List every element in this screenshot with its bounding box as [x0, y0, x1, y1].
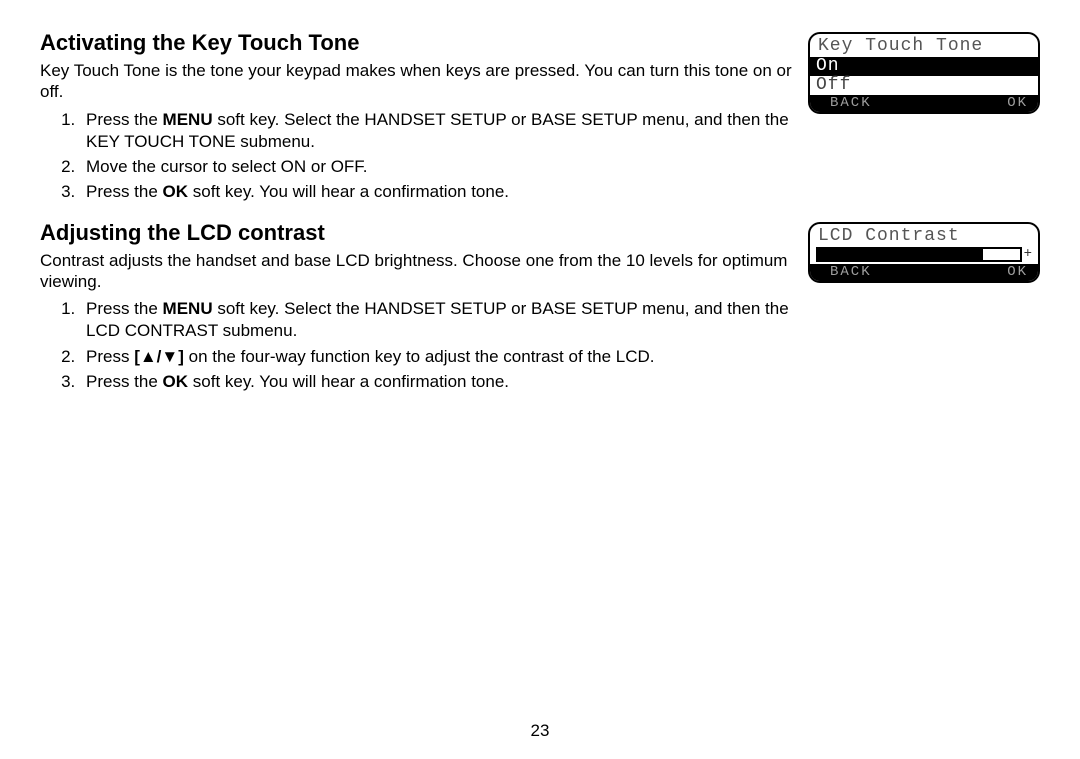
step2-text-a: Press	[86, 347, 134, 366]
lcd-softkeys: BACK OK	[810, 95, 1038, 112]
step-3: Press the OK soft key. You will hear a c…	[80, 371, 796, 393]
lcd-option-on: On	[810, 57, 1038, 76]
step-2: Press [▲/▼] on the four-way function key…	[80, 346, 796, 368]
step3-text-a: Press the	[86, 372, 163, 391]
step2-text-b: on the four-way function key to adjust t…	[184, 347, 655, 366]
heading-lcd-contrast: Adjusting the LCD contrast	[40, 220, 796, 246]
step3-text-b: soft key. You will hear a confirmation t…	[188, 182, 509, 201]
step3-text-b: soft key. You will hear a confirmation t…	[188, 372, 509, 391]
lcd-back-softkey: BACK	[830, 96, 872, 110]
intro-lcd-contrast: Contrast adjusts the handset and base LC…	[40, 250, 796, 293]
step-3: Press the OK soft key. You will hear a c…	[80, 181, 796, 203]
lcd-title: Key Touch Tone	[810, 34, 1038, 57]
step-2: Move the cursor to select ON or OFF.	[80, 156, 796, 178]
step3-text-a: Press the	[86, 182, 163, 201]
section1-text: Activating the Key Touch Tone Key Touch …	[40, 30, 796, 206]
lcd-title: LCD Contrast	[810, 224, 1038, 247]
steps-lcd-contrast: Press the MENU soft key. Select the HAND…	[80, 298, 796, 392]
lcd-key-touch-tone: Key Touch Tone On Off BACK OK	[808, 32, 1040, 114]
menu-softkey-label: MENU	[163, 110, 213, 129]
lcd-softkeys: BACK OK	[810, 264, 1038, 281]
page-number: 23	[0, 721, 1080, 741]
ok-softkey-label: OK	[163, 372, 189, 391]
plus-icon: +	[1024, 247, 1032, 261]
section-lcd-contrast: Adjusting the LCD contrast Contrast adju…	[40, 220, 1040, 396]
lcd-back-softkey: BACK	[830, 265, 872, 279]
section2-text: Adjusting the LCD contrast Contrast adju…	[40, 220, 796, 396]
lcd-contrast-bar-empty	[983, 249, 1019, 260]
lcd-contrast-bar	[816, 247, 1022, 262]
ok-softkey-label: OK	[163, 182, 189, 201]
step1-text-a: Press the	[86, 299, 163, 318]
steps-key-touch-tone: Press the MENU soft key. Select the HAND…	[80, 109, 796, 203]
lcd-ok-softkey: OK	[1007, 265, 1028, 279]
step-1: Press the MENU soft key. Select the HAND…	[80, 109, 796, 153]
lcd-ok-softkey: OK	[1007, 96, 1028, 110]
lcd-contrast-screen: LCD Contrast + BACK OK	[808, 222, 1040, 283]
heading-key-touch-tone: Activating the Key Touch Tone	[40, 30, 796, 56]
up-down-arrow-keys-icon: [▲/▼]	[134, 347, 184, 366]
section-key-touch-tone: Activating the Key Touch Tone Key Touch …	[40, 30, 1040, 206]
lcd-contrast-bar-row: +	[810, 247, 1038, 264]
step1-text-a: Press the	[86, 110, 163, 129]
menu-softkey-label: MENU	[163, 299, 213, 318]
step-1: Press the MENU soft key. Select the HAND…	[80, 298, 796, 342]
intro-key-touch-tone: Key Touch Tone is the tone your keypad m…	[40, 60, 796, 103]
lcd-option-off: Off	[810, 76, 1038, 95]
